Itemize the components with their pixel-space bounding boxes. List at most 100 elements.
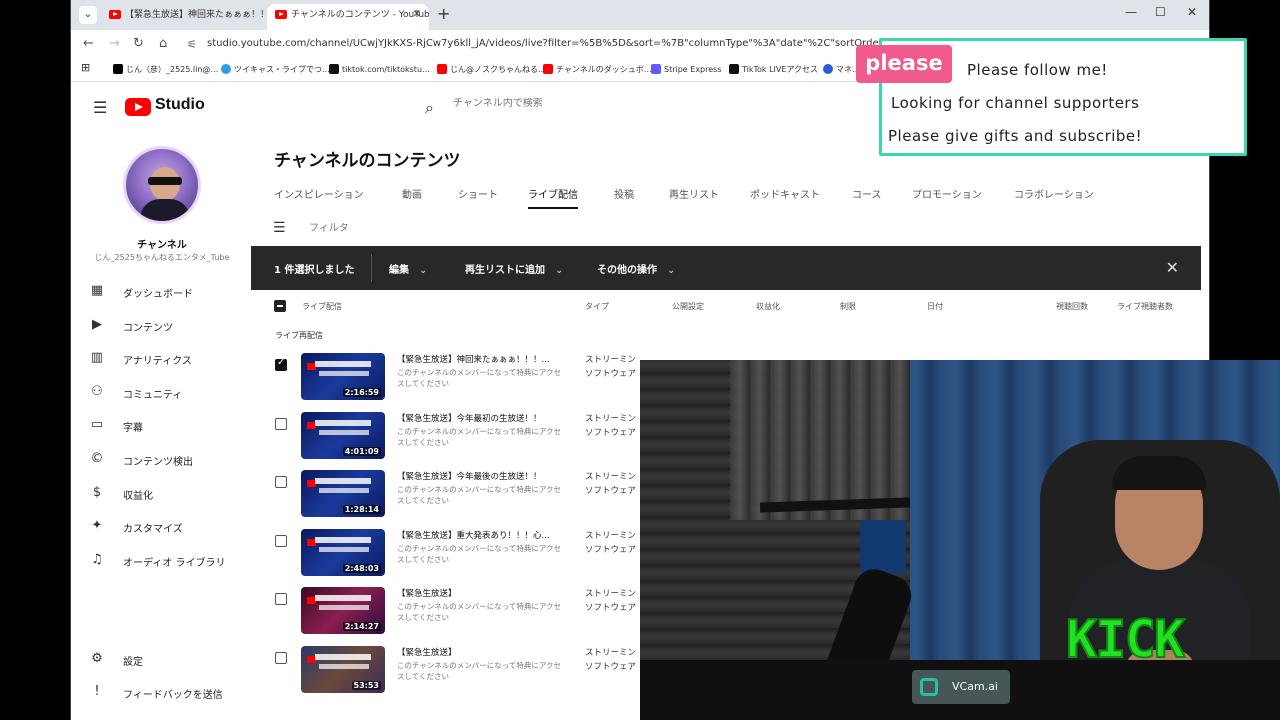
column-header-type[interactable]: タイプ	[585, 301, 609, 312]
audio-library-icon: ♫	[91, 552, 103, 567]
content-tab[interactable]: 再生リスト	[669, 186, 719, 207]
close-selection-icon[interactable]: ✕	[1166, 258, 1179, 277]
column-header-visibility[interactable]: 公開設定	[672, 301, 704, 312]
content-tab[interactable]: ショート	[458, 186, 498, 207]
video-duration: 2:16:59	[342, 388, 381, 397]
new-tab-button[interactable]: +	[437, 4, 450, 23]
vcam-text: VCam.ai	[952, 680, 998, 693]
row-checkbox[interactable]	[275, 534, 287, 547]
bookmark-item[interactable]: マネ…	[823, 64, 860, 75]
sidebar-item[interactable]: $ 収益化	[89, 484, 249, 504]
edit-dropdown[interactable]: 編集 ⌄	[389, 261, 427, 276]
bookmark-item[interactable]: じん@ノスクちゃんねる…	[437, 64, 546, 75]
column-header-monetization[interactable]: 収益化	[756, 301, 780, 312]
overlay-line: Please follow me!	[967, 61, 1108, 79]
more-actions-dropdown[interactable]: その他の操作 ⌄	[597, 261, 675, 276]
video-thumbnail[interactable]: 1:28:14	[301, 470, 385, 518]
sidebar-item[interactable]: ♫ オーディオ ライブラリ	[89, 551, 249, 571]
sidebar-item-label: コンテンツ検出	[123, 457, 193, 468]
forward-arrow-icon[interactable]: →	[109, 36, 120, 51]
add-to-playlist-dropdown[interactable]: 再生リストに追加 ⌄	[465, 261, 563, 276]
search-icon[interactable]: ⌕	[425, 98, 434, 118]
bookmark-label: tiktok.com/tiktokstu…	[342, 65, 431, 74]
video-title[interactable]: 【緊急生放送】重大発表あり！！！心...	[397, 529, 550, 541]
sidebar-item[interactable]: ⚙ 設定	[89, 650, 249, 670]
sidebar-item[interactable]: ▥ アナリティクス	[89, 349, 249, 369]
sidebar-item[interactable]: ▦ ダッシュボード	[89, 282, 249, 302]
site-info-icon[interactable]: ⚟	[187, 38, 197, 51]
column-header-date[interactable]: 日付	[927, 301, 943, 312]
content-tab[interactable]: プロモーション	[912, 186, 982, 207]
bookmark-item[interactable]: tiktok.com/tiktokstu…	[329, 64, 430, 74]
bookmark-item[interactable]: チャンネルのダッシュボ…	[543, 64, 652, 75]
row-checkbox[interactable]	[275, 357, 287, 371]
back-arrow-icon[interactable]: ←	[83, 36, 94, 51]
youtube-favicon-icon	[437, 64, 447, 74]
tab-search-button[interactable]: ⌄	[79, 6, 97, 24]
bookmark-label: Stripe Express	[664, 65, 722, 74]
column-header-live-viewers[interactable]: ライブ視聴者数	[1117, 301, 1173, 312]
video-type: ストリーミン ソフトウェア	[585, 589, 637, 614]
home-icon[interactable]: ⌂	[159, 36, 167, 51]
video-thumbnail[interactable]: 2:14:27	[301, 587, 385, 635]
sidebar-item[interactable]: © コンテンツ検出	[89, 450, 249, 470]
browser-tab-1[interactable]: 【緊急生放送】神回来たぁぁぁ！！	[101, 4, 263, 30]
video-thumbnail[interactable]: 53:53	[301, 646, 385, 693]
bookmark-item[interactable]: TikTok LIVEアクセス	[729, 64, 818, 75]
sidebar-item[interactable]: ⚇ コミュニティ	[89, 383, 249, 403]
content-tab[interactable]: コース	[852, 186, 882, 207]
video-title[interactable]: 【緊急生放送】今年最後の生放送！！	[397, 470, 542, 482]
video-title[interactable]: 【緊急生放送】神回来たぁぁぁ！！！...	[397, 353, 550, 365]
bookmark-item[interactable]: ツイキャス・ライブでつ…	[221, 64, 330, 75]
hamburger-menu-icon[interactable]: ☰	[93, 98, 107, 117]
channel-avatar[interactable]	[123, 146, 201, 224]
content-tab[interactable]: 動画	[402, 186, 422, 207]
video-thumbnail[interactable]: 2:16:59	[301, 353, 385, 400]
search-input[interactable]	[453, 98, 753, 109]
maximize-button[interactable]: ☐	[1155, 5, 1166, 19]
edit-label: 編集	[389, 265, 409, 276]
browser-tab-2[interactable]: チャンネルのコンテンツ - YouTube ✕	[267, 4, 429, 30]
video-thumbnail[interactable]: 2:48:03	[301, 528, 385, 576]
sidebar-item[interactable]: ▶ コンテンツ	[89, 316, 249, 336]
column-header-restrictions[interactable]: 制限	[840, 301, 856, 312]
video-title[interactable]: 【緊急生放送】	[397, 587, 457, 599]
sidebar-item[interactable]: ! フィードバックを送信	[89, 683, 249, 703]
column-header-views[interactable]: 視聴回数	[1056, 301, 1088, 312]
row-checkbox[interactable]	[275, 652, 287, 664]
tiktok-favicon-icon	[729, 64, 739, 74]
select-all-checkbox[interactable]	[274, 300, 286, 312]
content-tab[interactable]: 投稿	[614, 186, 634, 207]
content-tab[interactable]: ポッドキャスト	[750, 186, 820, 207]
youtube-studio-logo[interactable]: Studio	[125, 96, 235, 118]
sidebar-item[interactable]: ▭ 字幕	[89, 416, 249, 436]
row-checkbox[interactable]	[275, 593, 287, 606]
content-tab[interactable]: コラボレーション	[1014, 186, 1094, 207]
close-window-button[interactable]: ✕	[1187, 5, 1197, 19]
minimize-button[interactable]: —	[1125, 5, 1137, 19]
sidebar-item-label: アナリティクス	[123, 356, 192, 367]
reload-icon[interactable]: ↻	[133, 36, 144, 51]
video-thumbnail[interactable]: 4:01:09	[301, 411, 385, 459]
sidebar-item[interactable]: ✦ カスタマイズ	[89, 517, 249, 537]
row-checkbox[interactable]	[275, 476, 287, 489]
filter-input[interactable]	[309, 223, 509, 234]
video-title[interactable]: 【緊急生放送】今年最初の生放送！！	[397, 412, 542, 424]
chevron-down-icon: ⌄	[419, 265, 428, 276]
filter-icon[interactable]: ☰	[273, 220, 286, 236]
row-checkbox[interactable]	[275, 417, 287, 430]
thumbnail-graphic	[315, 419, 371, 426]
column-header-live[interactable]: ライブ配信	[302, 301, 342, 312]
thumbnail-graphic	[315, 361, 371, 367]
thumbnail-graphic	[315, 595, 371, 602]
video-title[interactable]: 【緊急生放送】	[397, 646, 457, 658]
content-tab[interactable]: インスピレーション	[274, 186, 364, 207]
content-tab[interactable]: ライブ配信	[528, 186, 578, 209]
url-field[interactable]: studio.youtube.com/channel/UCwjYJkKXS-Rj…	[207, 38, 887, 49]
bookmark-item[interactable]: Stripe Express	[651, 64, 722, 74]
sidebar-item-label: 設定	[123, 657, 143, 668]
acoustic-foam-panel	[730, 360, 910, 520]
close-tab-icon[interactable]: ✕	[413, 4, 421, 26]
apps-grid-icon[interactable]: ⊞	[81, 61, 90, 74]
bookmark-item[interactable]: じん（彦）_2525.lin@…	[113, 64, 218, 75]
